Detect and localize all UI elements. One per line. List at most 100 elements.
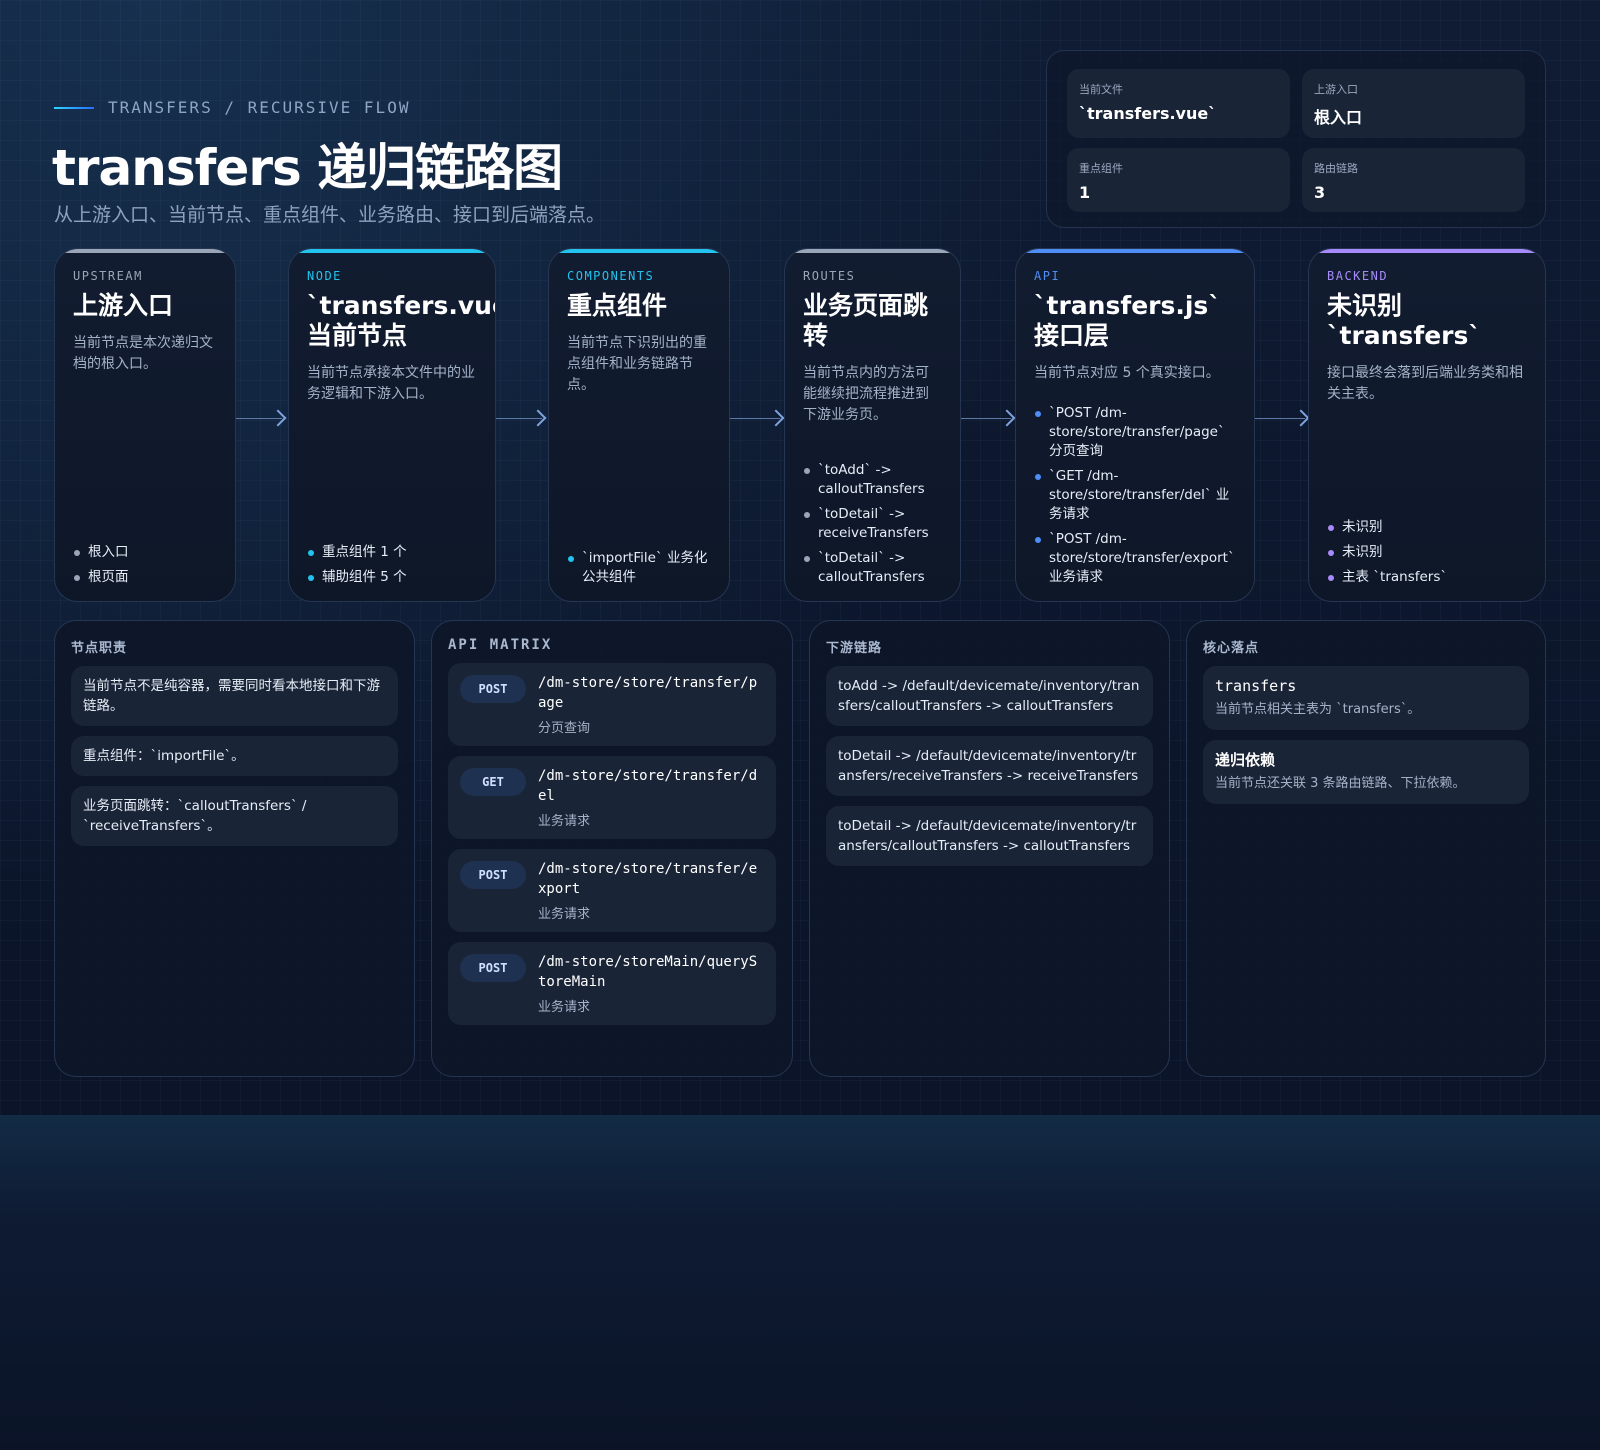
- method-badge: POST: [460, 954, 526, 982]
- panel-downstream: 下游链路 toAdd -> /default/devicemate/invent…: [809, 620, 1170, 1077]
- api-row[interactable]: POST /dm-store/store/transfer/page 分页查询: [448, 663, 776, 746]
- panel-title: 节点职责: [71, 641, 128, 656]
- flow-arrow-icon: [1255, 408, 1310, 428]
- api-path: /dm-store/store/transfer/export: [538, 861, 758, 897]
- core-desc: 当前节点还关联 3 条路由链路、下拉依赖。: [1215, 776, 1466, 791]
- core-head: transfers: [1215, 677, 1297, 695]
- node-list: 未识别 未识别 主表 `transfers`: [1327, 512, 1531, 587]
- node-title: `transfers.vue` 当前节点: [307, 291, 495, 350]
- panel-core: 核心落点 transfers 当前节点相关主表为 `transfers`。 递归…: [1186, 620, 1546, 1077]
- meta-label: 重点组件: [1079, 162, 1123, 175]
- flow-node-current[interactable]: NODE `transfers.vue` 当前节点 当前节点承接本文件中的业务逻…: [288, 248, 496, 602]
- eyebrow-line: [54, 106, 94, 109]
- list-item: 未识别: [1327, 543, 1531, 562]
- api-row[interactable]: POST /dm-store/storeMain/queryStoreMain …: [448, 942, 776, 1025]
- method-badge: GET: [460, 768, 526, 796]
- node-tag: NODE: [307, 269, 342, 283]
- panel-api-matrix: API MATRIX POST /dm-store/store/transfer…: [431, 620, 793, 1077]
- eyebrow: TRANSFERS / RECURSIVE FLOW: [54, 98, 410, 117]
- node-list: `POST /dm-store/store/transfer/page` 分页查…: [1034, 398, 1240, 587]
- api-row[interactable]: GET /dm-store/store/transfer/del 业务请求: [448, 756, 776, 839]
- node-tag: ROUTES: [803, 269, 856, 283]
- list-item: `toDetail` -> receiveTransfers: [803, 505, 946, 543]
- meta-route-links: 路由链路 3: [1302, 148, 1525, 212]
- meta-key-components: 重点组件 1: [1067, 148, 1290, 212]
- flow-arrow-icon: [961, 408, 1016, 428]
- core-item: transfers 当前节点相关主表为 `transfers`。: [1203, 666, 1529, 730]
- list-item: 重点组件 1 个: [307, 543, 481, 562]
- meta-value: 根入口: [1314, 108, 1363, 127]
- flow-node-backend[interactable]: BACKEND 未识别 `transfers` 接口最终会落到后端业务类和相关主…: [1308, 248, 1546, 602]
- node-desc: 当前节点下识别出的重点组件和业务链路节点。: [567, 335, 707, 393]
- list-item: 未识别: [1327, 518, 1531, 537]
- page-subtitle: 从上游入口、当前节点、重点组件、业务路由、接口到后端落点。: [54, 204, 606, 226]
- list-item: `POST /dm-store/store/transfer/page` 分页查…: [1034, 404, 1240, 461]
- downstream-item[interactable]: toDetail -> /default/devicemate/inventor…: [826, 736, 1153, 796]
- node-tag: BACKEND: [1327, 269, 1389, 283]
- flow-arrow-icon: [496, 408, 547, 428]
- flow-node-routes[interactable]: ROUTES 业务页面跳转 当前节点内的方法可能继续把流程推进到下游业务页。 `…: [784, 248, 961, 602]
- method-badge: POST: [460, 861, 526, 889]
- node-tag: COMPONENTS: [567, 269, 655, 283]
- meta-summary: 当前文件 `transfers.vue` 上游入口 根入口 重点组件 1 路由链…: [1046, 50, 1546, 228]
- page-title: transfers 递归链路图: [52, 139, 563, 197]
- list-item: `GET /dm-store/store/transfer/del` 业务请求: [1034, 467, 1240, 524]
- panel-node-duty: 节点职责 当前节点不是纯容器，需要同时看本地接口和下游链路。 重点组件：`imp…: [54, 620, 415, 1077]
- panel-title: 下游链路: [826, 641, 883, 656]
- meta-label: 路由链路: [1314, 162, 1358, 175]
- node-title: 上游入口: [73, 291, 174, 320]
- api-path: /dm-store/storeMain/queryStoreMain: [538, 954, 758, 990]
- list-item: `toAdd` -> calloutTransfers: [803, 461, 946, 499]
- node-desc: 当前节点承接本文件中的业务逻辑和下游入口。: [307, 365, 475, 402]
- api-note: 业务请求: [538, 907, 591, 922]
- downstream-item[interactable]: toDetail -> /default/devicemate/inventor…: [826, 806, 1153, 866]
- list-item: 辅助组件 5 个: [307, 568, 481, 587]
- api-path: /dm-store/store/transfer/del: [538, 768, 758, 804]
- api-note: 分页查询: [538, 721, 591, 736]
- panel-title: API MATRIX: [448, 637, 553, 653]
- api-row[interactable]: POST /dm-store/store/transfer/export 业务请…: [448, 849, 776, 932]
- flow-arrow-icon: [236, 408, 287, 428]
- flow-node-components[interactable]: COMPONENTS 重点组件 当前节点下识别出的重点组件和业务链路节点。 `i…: [548, 248, 730, 602]
- node-title: 未识别 `transfers`: [1327, 291, 1481, 350]
- flow-node-api[interactable]: API `transfers.js` 接口层 当前节点对应 5 个真实接口。 `…: [1015, 248, 1255, 602]
- flow-node-upstream[interactable]: UPSTREAM 上游入口 当前节点是本次递归文档的根入口。 根入口 根页面: [54, 248, 236, 602]
- node-list: 根入口 根页面: [73, 537, 221, 587]
- node-list: `importFile` 业务化公共组件: [567, 543, 715, 587]
- list-item: `importFile` 业务化公共组件: [567, 549, 715, 587]
- downstream-item[interactable]: toAdd -> /default/devicemate/inventory/t…: [826, 666, 1153, 726]
- duty-item: 当前节点不是纯容器，需要同时看本地接口和下游链路。: [71, 666, 398, 726]
- meta-label: 当前文件: [1079, 83, 1123, 96]
- node-desc: 当前节点对应 5 个真实接口。: [1034, 365, 1220, 381]
- node-list: `toAdd` -> calloutTransfers `toDetail` -…: [803, 455, 946, 587]
- meta-value: 1: [1079, 183, 1091, 202]
- node-desc: 当前节点是本次递归文档的根入口。: [73, 335, 213, 372]
- core-head: 递归依赖: [1215, 751, 1276, 769]
- node-tag: UPSTREAM: [73, 269, 143, 283]
- list-item: `POST /dm-store/store/transfer/export` 业…: [1034, 530, 1240, 587]
- api-note: 业务请求: [538, 1000, 591, 1015]
- api-note: 业务请求: [538, 814, 591, 829]
- duty-item: 业务页面跳转：`calloutTransfers` / `receiveTran…: [71, 786, 398, 846]
- node-title: `transfers.js` 接口层: [1034, 291, 1221, 350]
- api-path: /dm-store/store/transfer/page: [538, 675, 758, 711]
- panel-title: 核心落点: [1203, 641, 1260, 656]
- meta-current-file: 当前文件 `transfers.vue`: [1067, 69, 1290, 138]
- method-badge: POST: [460, 675, 526, 703]
- eyebrow-text: TRANSFERS / RECURSIVE FLOW: [108, 98, 411, 117]
- list-item: `toDetail` -> calloutTransfers: [803, 549, 946, 587]
- core-item: 递归依赖 当前节点还关联 3 条路由链路、下拉依赖。: [1203, 740, 1529, 804]
- meta-value: 3: [1314, 183, 1326, 202]
- meta-label: 上游入口: [1314, 83, 1358, 96]
- list-item: 根页面: [73, 568, 221, 587]
- node-title: 重点组件: [567, 291, 668, 320]
- core-desc: 当前节点相关主表为 `transfers`。: [1215, 702, 1421, 717]
- node-tag: API: [1034, 269, 1061, 283]
- node-title: 业务页面跳转: [803, 291, 929, 350]
- node-desc: 当前节点内的方法可能继续把流程推进到下游业务页。: [803, 365, 929, 423]
- flow-row: UPSTREAM 上游入口 当前节点是本次递归文档的根入口。 根入口 根页面 N…: [0, 248, 1600, 602]
- list-item: 主表 `transfers`: [1327, 568, 1531, 587]
- list-item: 根入口: [73, 543, 221, 562]
- node-desc: 接口最终会落到后端业务类和相关主表。: [1327, 365, 1523, 402]
- meta-value: `transfers.vue`: [1079, 104, 1217, 123]
